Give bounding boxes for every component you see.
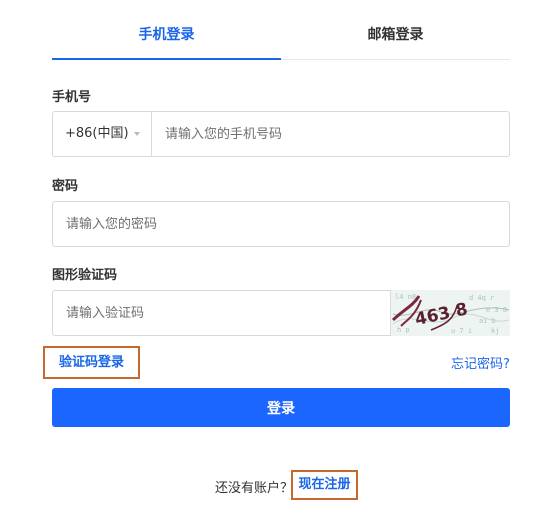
- captcha-graphic: l4 n8 d 4q r e 3 8 ai b h p u 7 i kj 463…: [391, 290, 510, 336]
- captcha-field: [52, 290, 391, 336]
- svg-text:u 7 i: u 7 i: [451, 327, 472, 335]
- active-tab-indicator: [52, 58, 281, 60]
- svg-text:d 4q r: d 4q r: [469, 294, 494, 302]
- password-input[interactable]: [53, 202, 509, 246]
- login-tabs: 手机登录 邮箱登录: [52, 0, 510, 60]
- phone-input-wrapper: [152, 112, 509, 156]
- register-link[interactable]: 现在注册: [291, 470, 358, 500]
- phone-input[interactable]: [152, 112, 509, 156]
- country-code-select[interactable]: +86(中国): [53, 112, 152, 156]
- phone-field: +86(中国): [52, 111, 510, 157]
- svg-text:h p: h p: [397, 326, 410, 334]
- svg-text:kj: kj: [491, 327, 499, 335]
- svg-text:e 3 8: e 3 8: [486, 306, 507, 314]
- svg-text:l4 n8: l4 n8: [395, 293, 416, 301]
- tab-phone-login[interactable]: 手机登录: [52, 0, 281, 60]
- no-account-text: 还没有账户？: [215, 481, 294, 496]
- password-field: [52, 201, 510, 247]
- password-label: 密码: [52, 179, 79, 194]
- tab-email-login[interactable]: 邮箱登录: [281, 0, 510, 60]
- chevron-down-icon: [134, 132, 140, 136]
- captcha-input[interactable]: [53, 291, 390, 335]
- forgot-password-link[interactable]: 忘记密码?: [451, 353, 510, 372]
- country-code-value: +86(中国): [65, 126, 129, 141]
- svg-text:ai b: ai b: [479, 317, 496, 325]
- captcha-label: 图形验证码: [52, 268, 118, 283]
- captcha-image[interactable]: l4 n8 d 4q r e 3 8 ai b h p u 7 i kj 463…: [391, 290, 510, 336]
- phone-label: 手机号: [52, 90, 92, 105]
- sms-code-login-link[interactable]: 验证码登录: [43, 346, 140, 379]
- login-button[interactable]: 登录: [52, 388, 510, 427]
